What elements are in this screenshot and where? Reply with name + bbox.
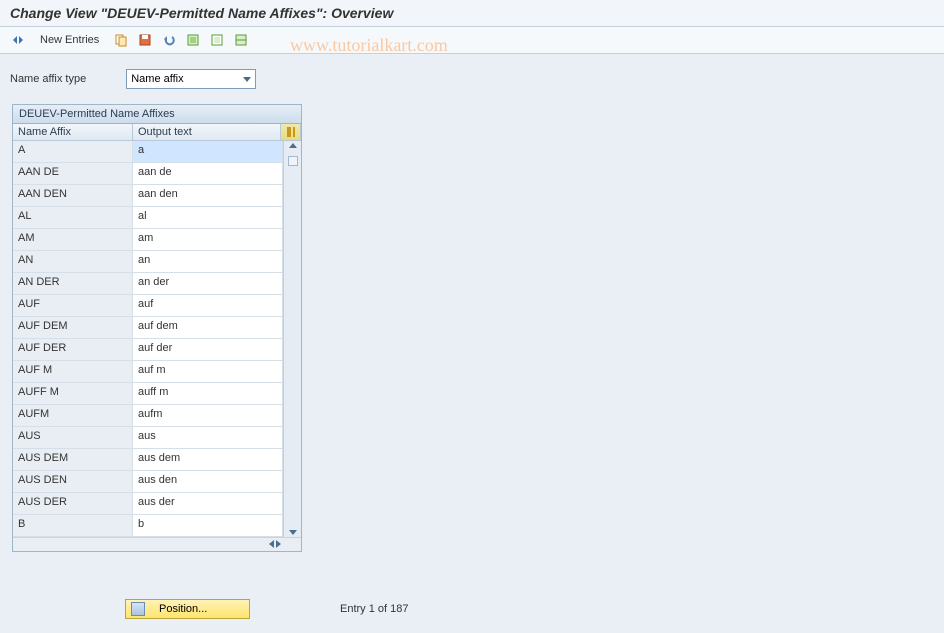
table-row[interactable]: AUF Mauf m bbox=[13, 361, 283, 383]
page-title: Change View "DEUEV-Permitted Name Affixe… bbox=[0, 0, 944, 27]
table-row[interactable]: AUS DEMaus dem bbox=[13, 449, 283, 471]
cell-name-affix[interactable]: AUF DEM bbox=[13, 317, 133, 338]
col-config-icon[interactable] bbox=[281, 124, 301, 140]
cell-output-text[interactable]: auf m bbox=[133, 361, 283, 382]
new-entries-button[interactable]: New Entries bbox=[32, 32, 107, 48]
save-icon[interactable] bbox=[135, 31, 155, 49]
scroll-right-icon[interactable] bbox=[276, 540, 281, 548]
dropdown-value: Name affix bbox=[131, 73, 183, 85]
col-name-affix[interactable]: Name Affix bbox=[13, 124, 133, 140]
name-affix-type-label: Name affix type bbox=[10, 73, 86, 85]
table-row[interactable]: AN DERan der bbox=[13, 273, 283, 295]
cell-name-affix[interactable]: AUFM bbox=[13, 405, 133, 426]
cell-name-affix[interactable]: AAN DEN bbox=[13, 185, 133, 206]
cell-name-affix[interactable]: AN bbox=[13, 251, 133, 272]
table-row[interactable]: AUF DEMauf dem bbox=[13, 317, 283, 339]
cell-output-text[interactable]: aan den bbox=[133, 185, 283, 206]
table-row[interactable]: AAN DENaan den bbox=[13, 185, 283, 207]
cell-output-text[interactable]: aus der bbox=[133, 493, 283, 514]
cell-name-affix[interactable]: AUS DEN bbox=[13, 471, 133, 492]
position-button[interactable]: Position... bbox=[125, 599, 250, 619]
table-title: DEUEV-Permitted Name Affixes bbox=[13, 105, 301, 124]
cell-output-text[interactable]: b bbox=[133, 515, 283, 536]
cell-output-text[interactable]: auff m bbox=[133, 383, 283, 404]
cell-name-affix[interactable]: AUS DER bbox=[13, 493, 133, 514]
table-container: DEUEV-Permitted Name Affixes Name Affix … bbox=[12, 104, 302, 552]
cell-name-affix[interactable]: AUF M bbox=[13, 361, 133, 382]
cell-name-affix[interactable]: AAN DE bbox=[13, 163, 133, 184]
table-row[interactable]: ALal bbox=[13, 207, 283, 229]
table-row[interactable]: AMam bbox=[13, 229, 283, 251]
cell-name-affix[interactable]: AUF DER bbox=[13, 339, 133, 360]
cell-output-text[interactable]: a bbox=[133, 141, 283, 162]
scroll-thumb[interactable] bbox=[288, 156, 298, 166]
table-row[interactable]: Bb bbox=[13, 515, 283, 537]
table-row[interactable]: Aa bbox=[13, 141, 283, 163]
horizontal-scrollbar[interactable] bbox=[13, 537, 301, 551]
table-row[interactable]: ANan bbox=[13, 251, 283, 273]
cell-name-affix[interactable]: AUF bbox=[13, 295, 133, 316]
scroll-down-icon[interactable] bbox=[289, 530, 297, 535]
field-row: Name affix type Name affix bbox=[0, 54, 944, 94]
cell-output-text[interactable]: aufm bbox=[133, 405, 283, 426]
footer: Position... Entry 1 of 187 bbox=[125, 599, 409, 619]
cell-output-text[interactable]: auf dem bbox=[133, 317, 283, 338]
cell-output-text[interactable]: am bbox=[133, 229, 283, 250]
table-row[interactable]: AUS DENaus den bbox=[13, 471, 283, 493]
cell-name-affix[interactable]: B bbox=[13, 515, 133, 536]
undo-icon[interactable] bbox=[159, 31, 179, 49]
col-output-text[interactable]: Output text bbox=[133, 124, 281, 140]
scroll-left-icon[interactable] bbox=[269, 540, 274, 548]
toggle-icon[interactable] bbox=[8, 31, 28, 49]
cell-output-text[interactable]: aus den bbox=[133, 471, 283, 492]
table-rows: AaAAN DEaan deAAN DENaan denALalAMamANan… bbox=[13, 141, 283, 537]
table-row[interactable]: AUFF Mauff m bbox=[13, 383, 283, 405]
position-label: Position... bbox=[159, 603, 207, 615]
cell-name-affix[interactable]: AUS DEM bbox=[13, 449, 133, 470]
select-all-icon[interactable] bbox=[183, 31, 203, 49]
select-block-icon[interactable] bbox=[231, 31, 251, 49]
cell-name-affix[interactable]: A bbox=[13, 141, 133, 162]
cell-output-text[interactable]: auf der bbox=[133, 339, 283, 360]
cell-output-text[interactable]: aan de bbox=[133, 163, 283, 184]
copy-icon[interactable] bbox=[111, 31, 131, 49]
entry-count: Entry 1 of 187 bbox=[340, 603, 409, 615]
deselect-icon[interactable] bbox=[207, 31, 227, 49]
position-icon bbox=[131, 602, 145, 616]
name-affix-type-dropdown[interactable]: Name affix bbox=[126, 69, 256, 89]
table-head: Name Affix Output text bbox=[13, 124, 301, 141]
scroll-up-icon[interactable] bbox=[289, 143, 297, 148]
cell-output-text[interactable]: aus bbox=[133, 427, 283, 448]
cell-name-affix[interactable]: AUFF M bbox=[13, 383, 133, 404]
cell-output-text[interactable]: an bbox=[133, 251, 283, 272]
cell-output-text[interactable]: auf bbox=[133, 295, 283, 316]
cell-name-affix[interactable]: AM bbox=[13, 229, 133, 250]
cell-name-affix[interactable]: AL bbox=[13, 207, 133, 228]
table-row[interactable]: AUFMaufm bbox=[13, 405, 283, 427]
cell-output-text[interactable]: al bbox=[133, 207, 283, 228]
table-row[interactable]: AUFauf bbox=[13, 295, 283, 317]
table-row[interactable]: AUS DERaus der bbox=[13, 493, 283, 515]
table-row[interactable]: AAN DEaan de bbox=[13, 163, 283, 185]
cell-name-affix[interactable]: AN DER bbox=[13, 273, 133, 294]
cell-name-affix[interactable]: AUS bbox=[13, 427, 133, 448]
cell-output-text[interactable]: aus dem bbox=[133, 449, 283, 470]
table-row[interactable]: AUF DERauf der bbox=[13, 339, 283, 361]
vertical-scrollbar[interactable] bbox=[283, 141, 301, 537]
table-row[interactable]: AUSaus bbox=[13, 427, 283, 449]
toolbar: New Entries bbox=[0, 27, 944, 54]
cell-output-text[interactable]: an der bbox=[133, 273, 283, 294]
